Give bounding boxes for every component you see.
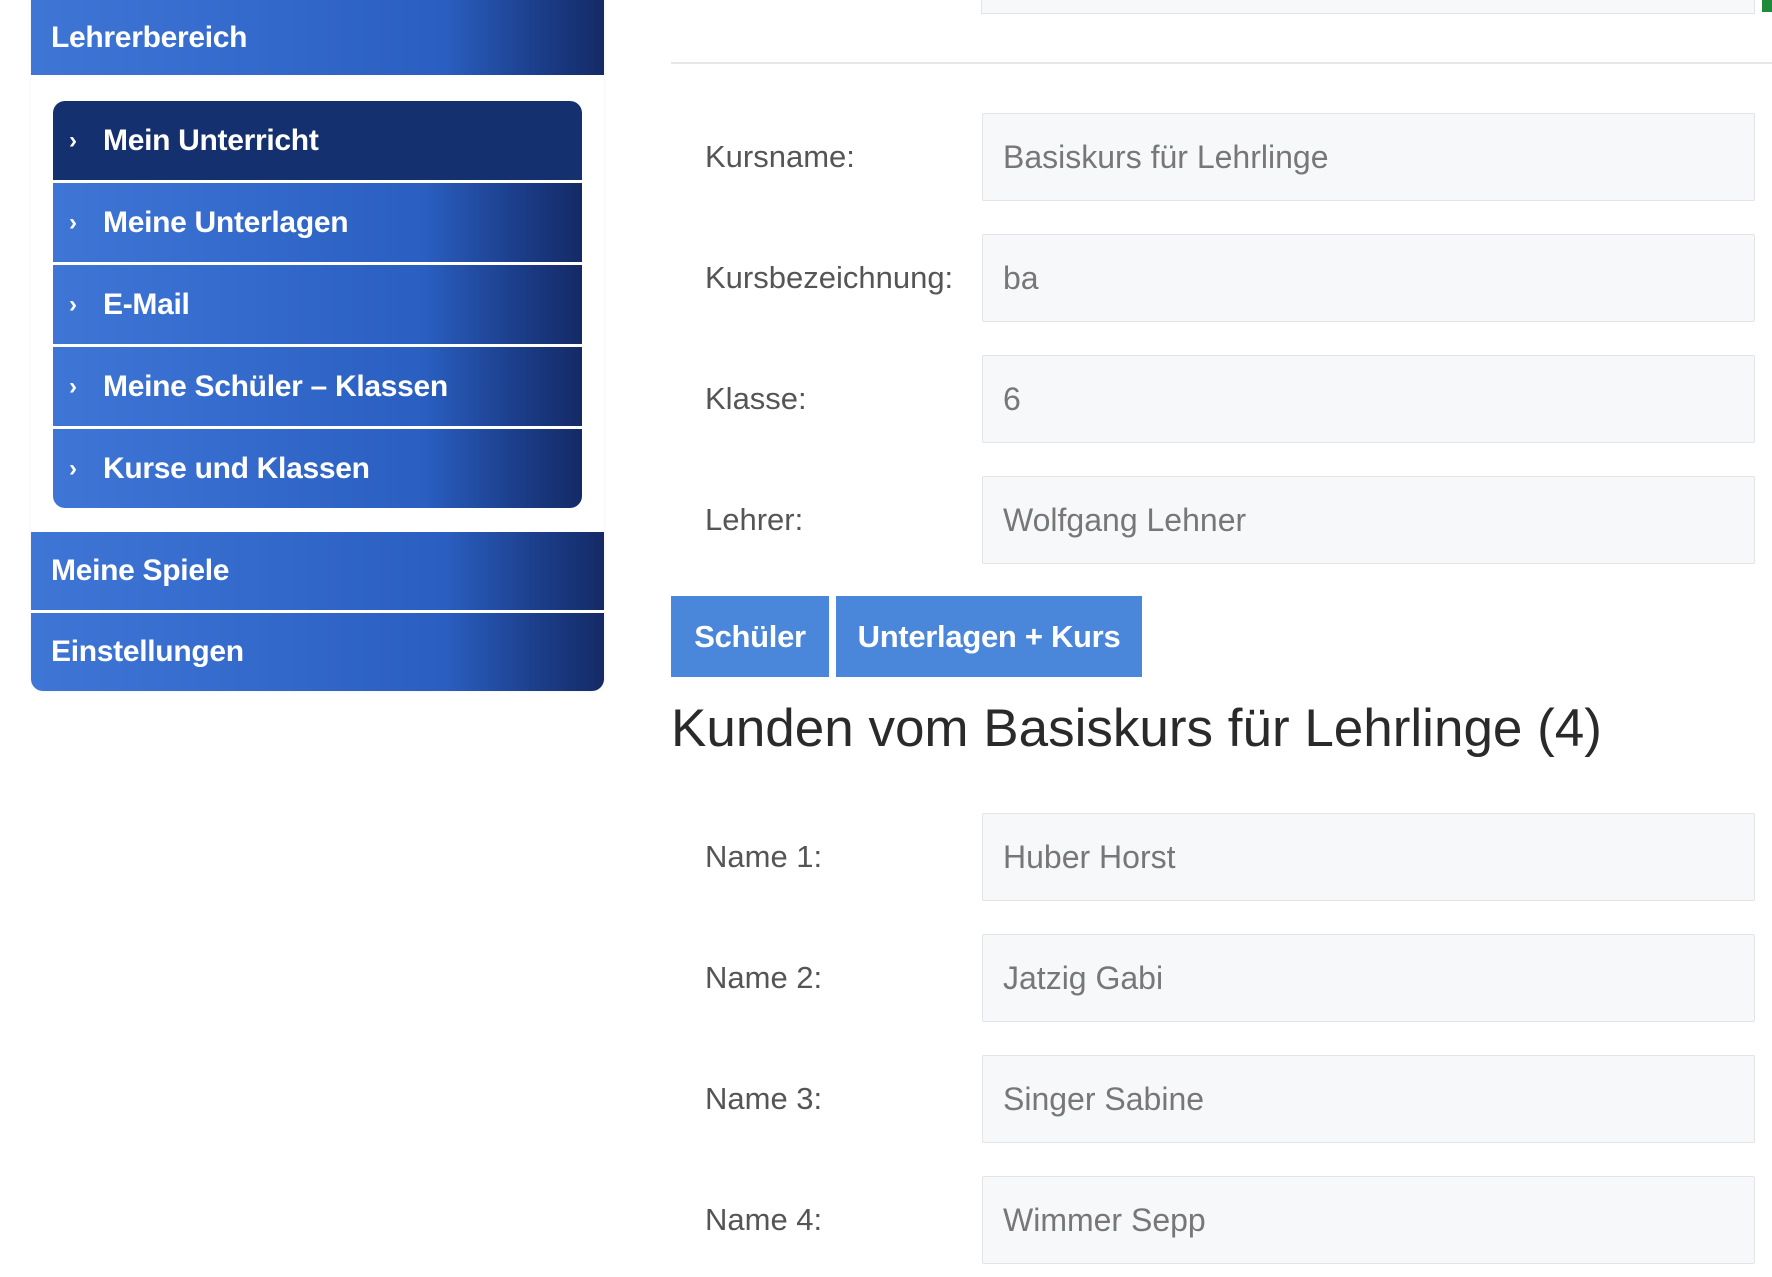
nav-einstellungen-label: Einstellungen (51, 635, 244, 668)
klasse-label: Klasse: (705, 381, 807, 416)
chevron-right-icon: › (69, 208, 77, 236)
name-2-label: Name 2: (705, 960, 823, 995)
previous-input-field[interactable] (981, 0, 1755, 14)
submenu-item-email[interactable]: › E-Mail (53, 265, 582, 344)
submenu-item-label: Kurse und Klassen (103, 451, 370, 485)
name-4-field[interactable]: Wimmer Sepp (982, 1176, 1755, 1264)
nav-einstellungen[interactable]: Einstellungen (31, 613, 604, 691)
kursbezeichnung-label: Kursbezeichnung: (705, 260, 954, 295)
chevron-right-icon: › (69, 372, 77, 400)
nav-meine-spiele[interactable]: Meine Spiele (31, 532, 604, 610)
name-2-field[interactable]: Jatzig Gabi (982, 934, 1755, 1022)
form-row-klasse: Klasse: 6 (671, 355, 1756, 443)
form-row-name-1: Name 1: Huber Horst (671, 813, 1756, 901)
submenu-item-label: Meine Unterlagen (103, 205, 349, 239)
name-4-label: Name 4: (705, 1202, 823, 1237)
nav-meine-spiele-label: Meine Spiele (51, 554, 230, 587)
form-row-kursname: Kursname: Basiskurs für Lehrlinge (671, 113, 1756, 201)
section-divider (671, 62, 1772, 64)
materials-course-button[interactable]: Unterlagen + Kurs (836, 596, 1142, 677)
chevron-right-icon: › (69, 290, 77, 318)
submenu-wrapper: › Mein Unterricht › Meine Unterlagen › E… (31, 75, 604, 532)
form-row-name-4: Name 4: Wimmer Sepp (671, 1176, 1756, 1264)
name-1-field[interactable]: Huber Horst (982, 813, 1755, 901)
nav-lehrerbereich-label: Lehrerbereich (51, 20, 248, 54)
kursname-label: Kursname: (705, 139, 855, 174)
form-row-name-3: Name 3: Singer Sabine (671, 1055, 1756, 1143)
form-row-name-2: Name 2: Jatzig Gabi (671, 934, 1756, 1022)
submenu-item-kurse-und-klassen[interactable]: › Kurse und Klassen (53, 429, 582, 508)
submenu-item-meine-unterlagen[interactable]: › Meine Unterlagen (53, 183, 582, 262)
form-row-lehrer: Lehrer: Wolfgang Lehner (671, 476, 1756, 564)
nav-lehrerbereich[interactable]: Lehrerbereich (31, 0, 604, 75)
submenu-item-label: E-Mail (103, 287, 190, 321)
students-section-title: Kunden vom Basiskurs für Lehrlinge (4) (671, 699, 1602, 758)
chevron-right-icon: › (69, 454, 77, 482)
kursname-field[interactable]: Basiskurs für Lehrlinge (982, 113, 1755, 201)
name-1-label: Name 1: (705, 839, 823, 874)
submenu: › Mein Unterricht › Meine Unterlagen › E… (53, 101, 582, 508)
kursbezeichnung-field[interactable]: ba (982, 234, 1755, 322)
name-3-label: Name 3: (705, 1081, 823, 1116)
lehrer-label: Lehrer: (705, 502, 804, 537)
students-button[interactable]: Schüler (671, 596, 829, 677)
scroll-indicator (1762, 0, 1772, 12)
sidebar: Lehrerbereich › Mein Unterricht › Meine … (31, 0, 604, 691)
klasse-field[interactable]: 6 (982, 355, 1755, 443)
chevron-right-icon: › (69, 126, 77, 154)
submenu-item-meine-schueler-klassen[interactable]: › Meine Schüler – Klassen (53, 347, 582, 426)
submenu-item-label: Mein Unterricht (103, 123, 319, 157)
name-3-field[interactable]: Singer Sabine (982, 1055, 1755, 1143)
submenu-item-label: Meine Schüler – Klassen (103, 369, 448, 403)
form-row-kursbezeichnung: Kursbezeichnung: ba (671, 234, 1756, 322)
submenu-item-mein-unterricht[interactable]: › Mein Unterricht (53, 101, 582, 180)
lehrer-field[interactable]: Wolfgang Lehner (982, 476, 1755, 564)
